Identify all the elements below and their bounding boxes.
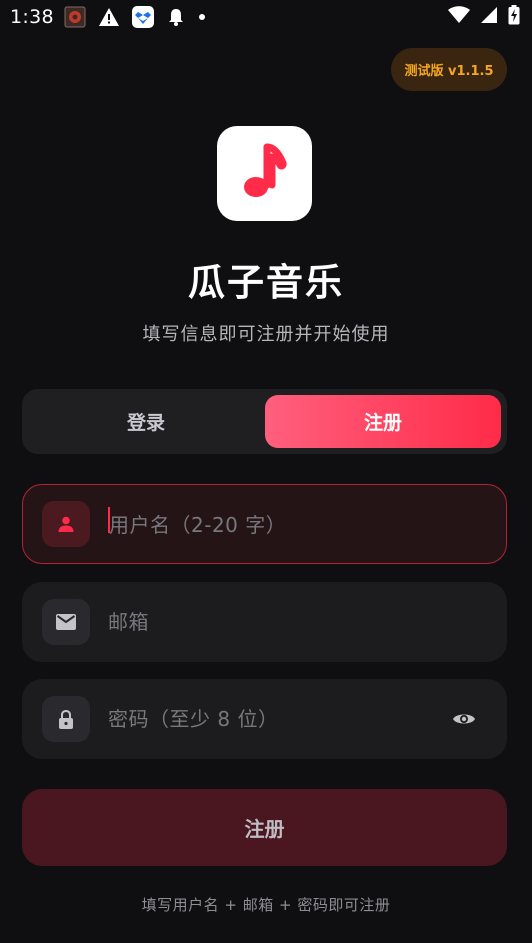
- music-note-icon: [234, 141, 296, 207]
- eye-icon[interactable]: [451, 706, 477, 732]
- dot-icon: [198, 13, 206, 21]
- app-notification-icon: [64, 6, 86, 28]
- username-input[interactable]: [109, 505, 429, 545]
- bell-icon: [166, 7, 186, 27]
- lock-icon: [42, 696, 90, 742]
- tab-login[interactable]: 登录: [28, 395, 264, 448]
- username-field[interactable]: [22, 484, 507, 564]
- mail-icon: [42, 599, 90, 645]
- register-button[interactable]: 注册: [22, 789, 507, 866]
- version-badge: 测试版 v1.1.5: [391, 48, 507, 91]
- app-logo: [217, 126, 312, 221]
- person-icon: [42, 501, 90, 547]
- auth-tab-bar: 登录 注册: [22, 389, 507, 454]
- battery-charging-icon: [508, 5, 520, 29]
- signal-icon: [480, 6, 498, 28]
- tab-register[interactable]: 注册: [265, 395, 501, 448]
- password-input[interactable]: [108, 699, 428, 739]
- warning-icon: [98, 7, 120, 27]
- status-time: 1:38: [10, 6, 54, 28]
- register-hint: 填写用户名 + 邮箱 + 密码即可注册: [141, 896, 391, 914]
- app-subtitle: 填写信息即可注册并开始使用: [142, 324, 390, 345]
- register-screen: 1:38 测试版 v1.1.5 瓜子音乐 填写信息即可注册并开始使用 登录 注册…: [0, 0, 532, 943]
- app-title: 瓜子音乐: [188, 261, 344, 304]
- status-bar: 1:38: [0, 0, 532, 34]
- system-icons: [448, 5, 520, 29]
- dropbox-icon: [131, 6, 154, 28]
- email-input[interactable]: [108, 602, 428, 642]
- email-field[interactable]: [22, 582, 507, 662]
- password-field[interactable]: [22, 679, 507, 759]
- wifi-icon: [448, 6, 470, 28]
